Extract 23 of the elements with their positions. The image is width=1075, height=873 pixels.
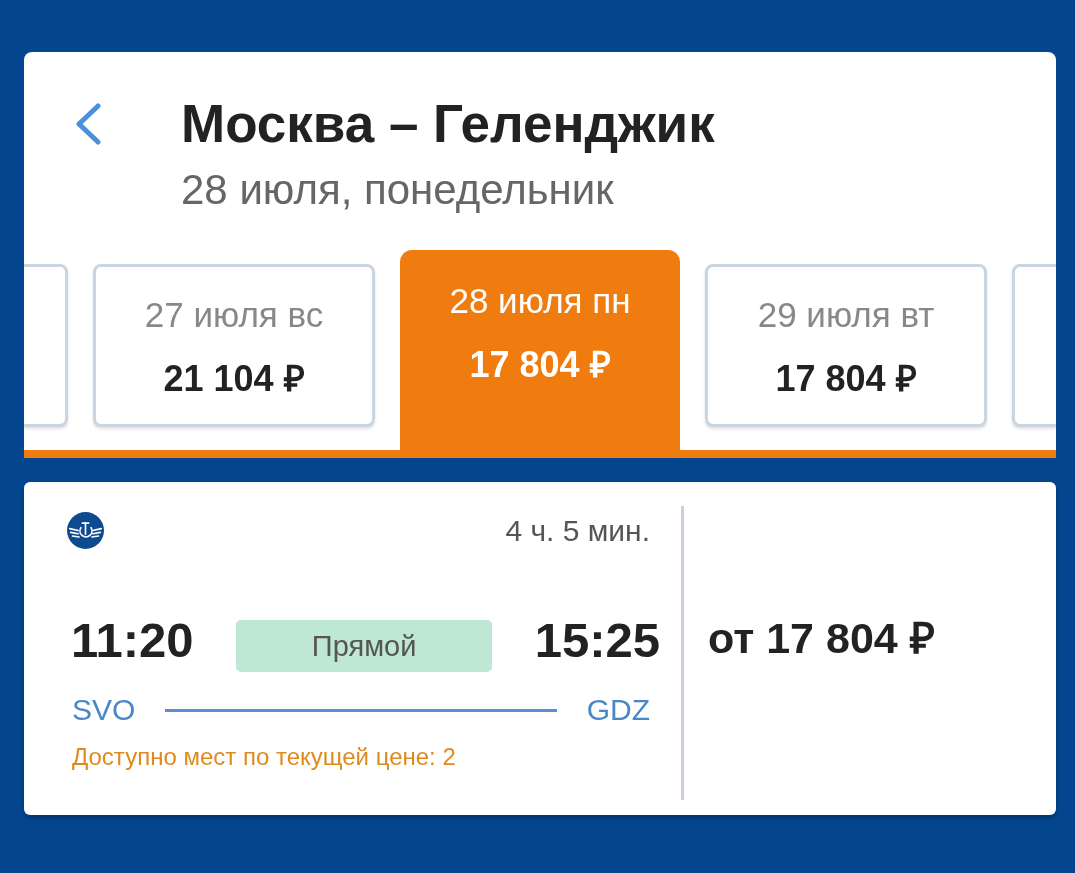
tab-date: 28 июля пн [449, 281, 631, 321]
date-tab[interactable] [24, 264, 68, 427]
seats-note: Доступно мест по текущей цене: 2 [71, 742, 457, 772]
arrival-airport: GDZ [586, 692, 650, 728]
tab-price: 17 804 ₽ [775, 359, 917, 399]
flight-card[interactable]: 4 ч. 5 мин. 11:20 Прямой 15:25 SVO GDZ Доступно мест по текущей цене: 2 от 17 804 ₽ [24, 482, 1056, 815]
arrival-time: 15:25 [534, 612, 660, 668]
airline-logo-icon [67, 512, 104, 549]
date-tab[interactable]: 29 июля вт 17 804 ₽ [705, 264, 987, 427]
departure-time: 11:20 [71, 612, 194, 668]
route-date: 28 июля, понедельник [181, 166, 615, 214]
flight-duration: 4 ч. 5 мин. [505, 512, 650, 549]
departure-airport: SVO [72, 692, 136, 728]
tab-price: 17 804 ₽ [469, 345, 611, 385]
back-icon [74, 103, 102, 145]
tab-date: 27 июля вс [144, 295, 324, 335]
date-tab[interactable]: 27 июля вс 21 104 ₽ [93, 264, 375, 427]
tab-date: 29 июля вт [757, 295, 935, 335]
direct-flight-badge: Прямой [236, 620, 493, 672]
date-tab[interactable] [1012, 264, 1056, 427]
flight-price: от 17 804 ₽ [708, 614, 935, 662]
route-title: Москва – Геленджик [181, 94, 715, 154]
tab-price: 21 104 ₽ [163, 359, 305, 399]
